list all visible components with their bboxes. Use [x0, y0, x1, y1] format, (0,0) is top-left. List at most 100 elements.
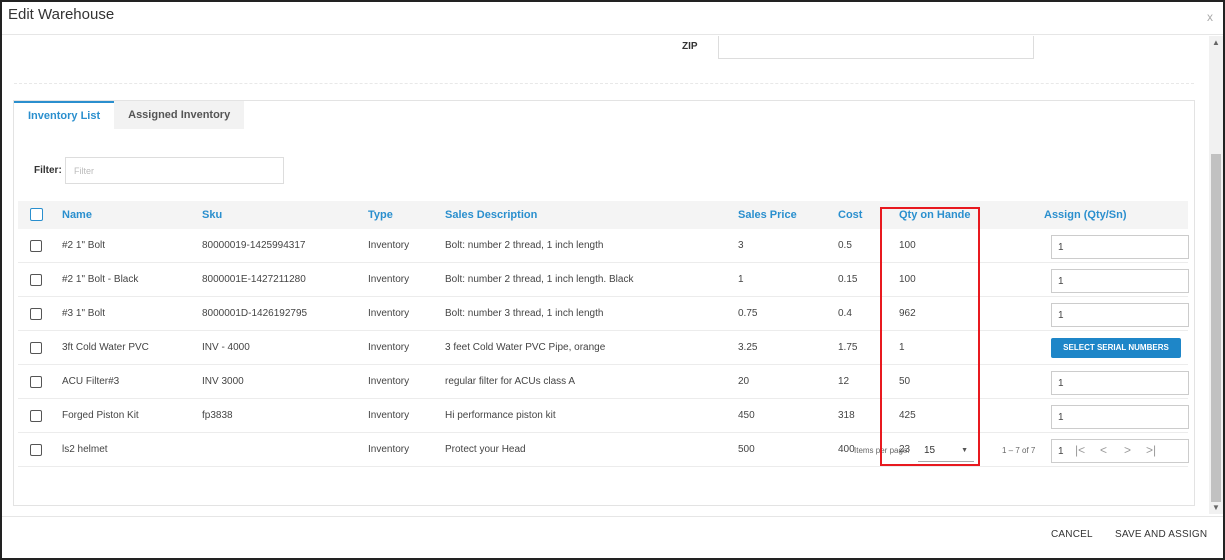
cell-qty: 100 [899, 274, 916, 285]
cell-sku: 8000001D-1426192795 [202, 308, 308, 319]
column-header-name[interactable]: Name [62, 201, 92, 229]
cell-description: Hi performance piston kit [445, 410, 556, 421]
cell-qty: 100 [899, 240, 916, 251]
select-all-checkbox[interactable] [30, 208, 43, 221]
table-row: 3ft Cold Water PVC INV - 4000 Inventory … [18, 331, 1188, 365]
pagination: Items per page: 15 ▼ 1 – 7 of 7 |< < > >… [842, 440, 1182, 464]
cell-price: 3.25 [738, 342, 758, 353]
row-checkbox[interactable] [30, 410, 42, 422]
cell-qty: 50 [899, 376, 911, 387]
cancel-button[interactable]: CANCEL [1051, 529, 1093, 540]
cell-qty: 962 [899, 308, 916, 319]
table-row: Forged Piston Kit fp3838 Inventory Hi pe… [18, 399, 1189, 433]
cell-name: ls2 helmet [62, 444, 108, 455]
dialog-title: Edit Warehouse [8, 6, 115, 23]
assign-qty-input[interactable] [1051, 303, 1189, 327]
tab-assigned-inventory[interactable]: Assigned Inventory [114, 101, 245, 129]
cell-type: Inventory [368, 308, 410, 319]
close-icon[interactable]: x [1207, 10, 1213, 24]
cell-name: #3 1" Bolt [62, 308, 106, 319]
cell-type: Inventory [368, 342, 410, 353]
cell-price: 1 [738, 274, 744, 285]
cell-cost: 318 [838, 410, 855, 421]
cell-type: Inventory [368, 444, 410, 455]
cell-price: 500 [738, 444, 755, 455]
column-header-cost[interactable]: Cost [838, 201, 862, 229]
scroll-down-icon[interactable]: ▼ [1212, 503, 1220, 512]
cell-type: Inventory [368, 240, 410, 251]
zip-input[interactable] [718, 36, 1034, 59]
tab-bar: Inventory List Assigned Inventory [14, 101, 245, 129]
prev-page-icon[interactable]: < [1100, 443, 1107, 457]
cell-cost: 0.4 [838, 308, 852, 319]
cell-name: #2 1" Bolt [62, 240, 106, 251]
save-and-assign-button[interactable]: SAVE AND ASSIGN [1115, 529, 1207, 540]
zip-label: ZIP [682, 41, 698, 52]
dialog-footer: CANCEL SAVE AND ASSIGN [2, 516, 1223, 558]
select-serial-numbers-button[interactable]: SELECT SERIAL NUMBERS [1051, 338, 1181, 358]
chevron-down-icon: ▼ [961, 447, 968, 454]
cell-description: Protect your Head [445, 444, 526, 455]
vertical-scrollbar[interactable]: ▲ ▼ [1209, 36, 1223, 514]
cell-price: 0.75 [738, 308, 758, 319]
cell-name: #2 1" Bolt - Black [62, 274, 139, 285]
cell-type: Inventory [368, 376, 410, 387]
last-page-icon[interactable]: >| [1146, 443, 1156, 457]
assign-qty-input[interactable] [1051, 405, 1189, 429]
column-header-assign[interactable]: Assign (Qty/Sn) [1044, 201, 1127, 229]
cell-sku: 8000001E-1427211280 [202, 274, 306, 285]
table-row: #2 1" Bolt 80000019-1425994317 Inventory… [18, 229, 1189, 263]
cell-qty: 1 [899, 342, 905, 353]
cell-price: 3 [738, 240, 744, 251]
first-page-icon[interactable]: |< [1075, 443, 1085, 457]
column-header-sales-description[interactable]: Sales Description [445, 201, 537, 229]
cell-price: 450 [738, 410, 755, 421]
filter-input[interactable] [65, 157, 284, 184]
cell-sku: INV - 4000 [202, 342, 250, 353]
table-row: #2 1" Bolt - Black 8000001E-1427211280 I… [18, 263, 1189, 297]
table-row: ACU Filter#3 INV 3000 Inventory regular … [18, 365, 1189, 399]
row-checkbox[interactable] [30, 240, 42, 252]
next-page-icon[interactable]: > [1124, 443, 1131, 457]
cell-cost: 0.15 [838, 274, 858, 285]
cell-description: Bolt: number 2 thread, 1 inch length. Bl… [445, 274, 634, 285]
cell-cost: 12 [838, 376, 850, 387]
dialog-body: ZIP Inventory List Assigned Inventory Fi… [2, 36, 1223, 514]
column-header-type[interactable]: Type [368, 201, 393, 229]
row-checkbox[interactable] [30, 274, 42, 286]
cell-description: regular filter for ACUs class A [445, 376, 576, 387]
edit-warehouse-dialog: Edit Warehouse x ZIP Inventory List Assi… [0, 0, 1225, 560]
cell-qty: 425 [899, 410, 916, 421]
row-checkbox[interactable] [30, 308, 42, 320]
inventory-table: Name Sku Type Sales Description Sales Pr… [18, 201, 1189, 467]
assign-qty-input[interactable] [1051, 269, 1189, 293]
assign-qty-input[interactable] [1051, 235, 1189, 259]
row-checkbox[interactable] [30, 444, 42, 456]
cell-description: 3 feet Cold Water PVC Pipe, orange [445, 342, 606, 353]
cell-name: 3ft Cold Water PVC [62, 342, 149, 353]
section-divider [14, 83, 1194, 84]
cell-name: ACU Filter#3 [62, 376, 120, 387]
cell-sku: 80000019-1425994317 [202, 240, 306, 251]
tab-inventory-list[interactable]: Inventory List [14, 101, 115, 129]
scrollbar-thumb[interactable] [1211, 154, 1221, 502]
cell-sku: INV 3000 [202, 376, 244, 387]
row-checkbox[interactable] [30, 376, 42, 388]
cell-cost: 0.5 [838, 240, 852, 251]
items-per-page-value: 15 [924, 445, 936, 456]
column-header-sku[interactable]: Sku [202, 201, 222, 229]
scroll-up-icon[interactable]: ▲ [1212, 38, 1220, 47]
items-per-page-label: Items per page: [854, 446, 910, 455]
row-checkbox[interactable] [30, 342, 42, 354]
cell-sku: fp3838 [202, 410, 233, 421]
items-per-page-select[interactable]: 15 ▼ [918, 440, 974, 462]
table-header: Name Sku Type Sales Description Sales Pr… [18, 201, 1188, 229]
assign-qty-input[interactable] [1051, 371, 1189, 395]
cell-name: Forged Piston Kit [62, 410, 139, 421]
page-range: 1 – 7 of 7 [1002, 446, 1036, 455]
column-header-qty-on-hand[interactable]: Qty on Hande [899, 201, 971, 229]
cell-description: Bolt: number 3 thread, 1 inch length [445, 308, 604, 319]
cell-type: Inventory [368, 274, 410, 285]
column-header-sales-price[interactable]: Sales Price [738, 201, 797, 229]
cell-price: 20 [738, 376, 750, 387]
